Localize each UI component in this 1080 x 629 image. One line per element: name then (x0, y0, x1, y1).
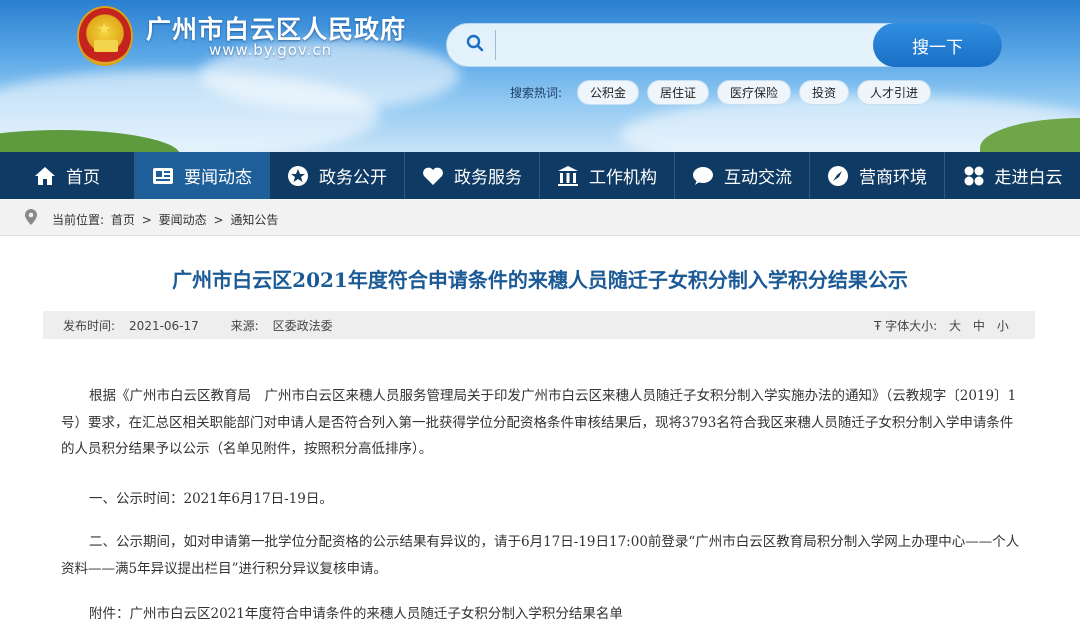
nav-item-interaction[interactable]: 互动交流 (675, 152, 810, 199)
nav-item-label: 要闻动态 (184, 168, 252, 188)
article-paragraph: 一、公示时间：2021年6月17日-19日。 (89, 491, 333, 507)
article-title: 广州市白云区2021年度符合申请条件的来穗人员随迁子女积分制入学积分结果公示 (172, 268, 908, 292)
hot-word-rencaiyinjin[interactable]: 人才引进 (857, 80, 932, 105)
nav-item-gov-affairs[interactable]: 政务公开 (270, 152, 405, 199)
attachment-link[interactable]: 附件：广州市白云区2021年度符合申请条件的来穗人员随迁子女积分制入学积分结果名… (61, 601, 1021, 628)
nav-item-about-baiyun[interactable]: 走进白云 (945, 152, 1080, 199)
article-paragraph: 根据《广州市白云区教育局 广州市白云区来穗人员服务管理局关于印发广州市白云区来穗… (61, 388, 1017, 457)
breadcrumb-separator: > (213, 213, 224, 227)
nav-item-label: 走进白云 (994, 168, 1063, 188)
gate-icon (94, 40, 118, 52)
nav-item-label: 互动交流 (724, 168, 792, 188)
hot-words-label: 搜索热词: (510, 86, 563, 100)
grid-icon (963, 165, 985, 187)
font-size-large-button[interactable]: 大 (949, 319, 961, 333)
star-icon (287, 165, 309, 187)
nav-item-news[interactable]: 要闻动态 (135, 152, 270, 199)
publish-date: 2021-06-17 (129, 319, 199, 333)
breadcrumb-home-link[interactable]: 首页 (111, 213, 135, 227)
breadcrumb-notice-link[interactable]: 通知公告 (230, 213, 278, 227)
nav-item-business-env[interactable]: 营商环境 (810, 152, 945, 199)
article-meta: 发布时间: 2021-06-17 来源: 区委政法委 (63, 317, 361, 334)
publish-label: 发布时间: (63, 319, 116, 333)
location-pin-icon (25, 209, 37, 225)
building-icon (557, 165, 579, 187)
font-size-control: Ŧ 字体大小: 大 中 小 (874, 317, 1009, 334)
breadcrumb: 当前位置: 首页 > 要闻动态 > 通知公告 (52, 211, 281, 228)
hot-word-gongjijin[interactable]: 公积金 (577, 80, 640, 105)
font-size-medium-button[interactable]: 中 (973, 319, 985, 333)
heart-icon (422, 165, 444, 187)
compass-icon (827, 165, 849, 187)
breadcrumb-prefix: 当前位置: (52, 213, 105, 227)
breadcrumb-separator: > (141, 213, 152, 227)
article-paragraph: 二、公示期间，如对申请第一批学位分配资格的公示结果有异议的，请于6月17日-19… (61, 534, 1020, 577)
nav-item-label: 营商环境 (859, 168, 927, 188)
font-size-small-button[interactable]: 小 (997, 319, 1009, 333)
source-label: 来源: (230, 319, 259, 333)
search-input[interactable] (495, 30, 865, 60)
news-icon (152, 165, 174, 187)
nav-item-label: 政务服务 (454, 168, 522, 188)
star-icon: ★ (97, 19, 112, 38)
nav-item-label: 政务公开 (319, 168, 387, 188)
nav-item-label: 工作机构 (589, 168, 657, 188)
nav-item-gov-services[interactable]: 政务服务 (405, 152, 540, 199)
nav-item-label: 首页 (66, 168, 100, 188)
source-value: 区委政法委 (272, 319, 333, 333)
breadcrumb-news-link[interactable]: 要闻动态 (159, 213, 207, 227)
main-nav: 首页 要闻动态 政务公开 政务服务 工作机构 互动交流 营商环境 走进白云 (0, 152, 1080, 199)
site-url[interactable]: www.by.gov.cn (209, 41, 332, 59)
nav-item-home[interactable]: 首页 (0, 152, 135, 199)
national-emblem-logo[interactable]: ★ (77, 6, 133, 66)
font-size-label: 字体大小: (885, 319, 938, 333)
nav-item-agencies[interactable]: 工作机构 (540, 152, 675, 199)
hot-word-touzi[interactable]: 投资 (799, 80, 850, 105)
home-icon (34, 165, 56, 187)
search-icon[interactable] (466, 34, 484, 52)
hot-word-yiliaobaoxian[interactable]: 医疗保险 (717, 80, 792, 105)
font-size-icon: Ŧ (874, 319, 882, 333)
search-button[interactable]: 搜一下 (873, 23, 1002, 67)
chat-icon (692, 165, 714, 187)
hot-word-juzhuzheng[interactable]: 居住证 (647, 80, 710, 105)
